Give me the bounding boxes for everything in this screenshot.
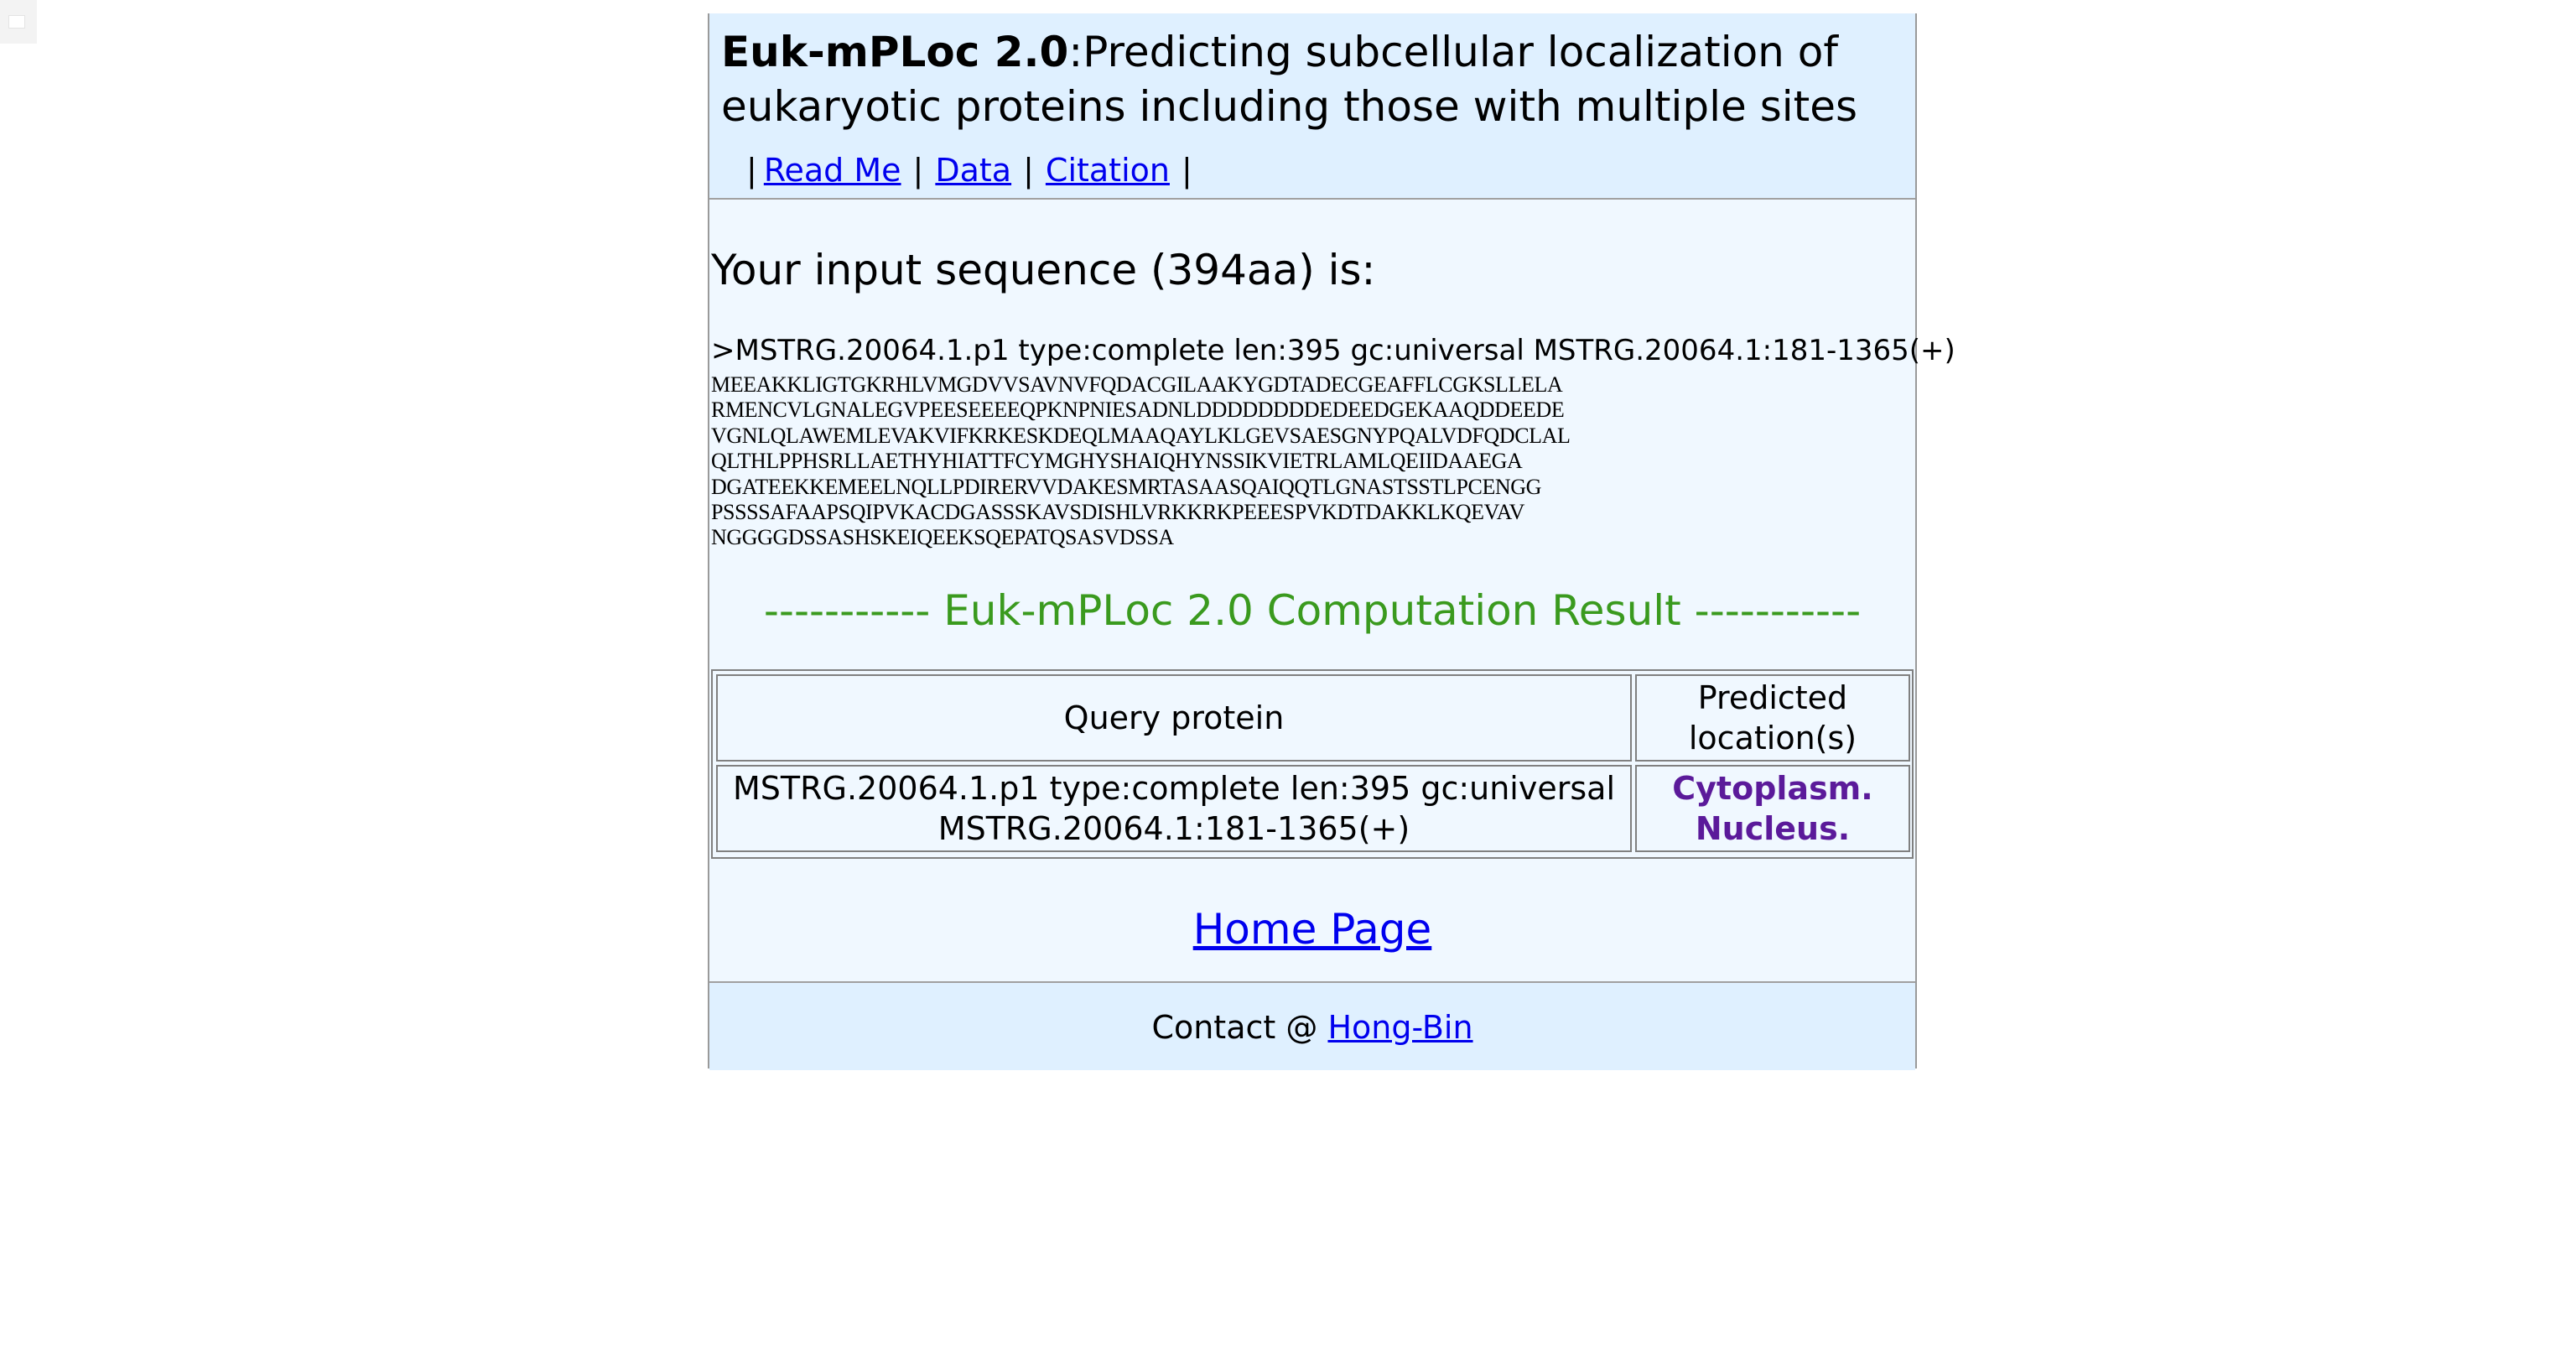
nav-separator: | [1023, 152, 1034, 189]
nav-link-data[interactable]: Data [935, 152, 1011, 189]
sequence-line: NGGGGDSSASHSKEIQEEKSQEPATQSASVDSSA [711, 525, 1174, 550]
footer-contact: Contact @ Hong-Bin [709, 1006, 1915, 1048]
sequence-block: MEEAKKLIGTGKRHLVMGDVVSAVNVFQDACGILAAKYGD… [711, 372, 1571, 551]
nav-bar: | Read Me | Data | Citation | [746, 148, 1204, 193]
location-nucleus: Nucleus. [1695, 810, 1851, 847]
footer: Contact @ Hong-Bin [709, 981, 1915, 1070]
contact-prefix: Contact @ [1151, 1009, 1328, 1046]
table-cell-query: MSTRG.20064.1.p1 type:complete len:395 g… [716, 765, 1632, 852]
contact-link[interactable]: Hong-Bin [1327, 1009, 1472, 1046]
nav-link-read-me[interactable]: Read Me [764, 152, 901, 189]
sequence-line: DGATEEKKEMEELNQLLPDIRERVVDAKESMRTASAASQA… [711, 474, 1542, 499]
sequence-line: PSSSSAFAAPSQIPVKACDGASSSKAVSDISHLVRKKRKP… [711, 500, 1525, 525]
page-title-bold: Euk-mPLoc 2.0 [721, 28, 1069, 76]
home-page-link[interactable]: Home Page [1193, 905, 1432, 954]
input-sequence-heading: Your input sequence (394aa) is: [711, 246, 1376, 294]
sequence-line: MEEAKKLIGTGKRHLVMGDVVSAVNVFQDACGILAAKYGD… [711, 372, 1563, 397]
page-corner-icon-inner [8, 15, 25, 29]
result-table: Query protein Predicted location(s) MSTR… [711, 669, 1914, 859]
table-header-query-protein: Query protein [716, 674, 1632, 762]
sequence-line: VGNLQLAWEMLEVAKVIFKRKESKDEQLMAAQAYLKLGEV… [711, 423, 1571, 448]
sequence-line: RMENCVLGNALEGVPEESEEEEQPKNPNIESADNLDDDDD… [711, 398, 1565, 423]
main-container: Euk-mPLoc 2.0:Predicting subcellular loc… [708, 13, 1955, 1070]
fasta-header: >MSTRG.20064.1.p1 type:complete len:395 … [711, 334, 1955, 367]
nav-separator: | [746, 152, 757, 189]
table-cell-locations: Cytoplasm. Nucleus. [1635, 765, 1910, 852]
nav-separator: | [1181, 152, 1192, 189]
page-corner-icon [0, 0, 37, 44]
nav-separator: | [912, 152, 924, 189]
location-cytoplasm: Cytoplasm. [1672, 770, 1873, 807]
nav-link-citation[interactable]: Citation [1046, 152, 1170, 189]
table-header-predicted-locations: Predicted location(s) [1635, 674, 1910, 762]
result-heading: ----------- Euk-mPLoc 2.0 Computation Re… [763, 586, 1862, 635]
sequence-line: QLTHLPPHSRLLAETHYHIATTFCYMGHYSHAIQHYNSSI… [711, 449, 1523, 474]
page-title: Euk-mPLoc 2.0:Predicting subcellular loc… [721, 25, 1895, 134]
header: Euk-mPLoc 2.0:Predicting subcellular loc… [709, 13, 1915, 200]
home-link-wrapper: Home Page [709, 902, 1915, 956]
